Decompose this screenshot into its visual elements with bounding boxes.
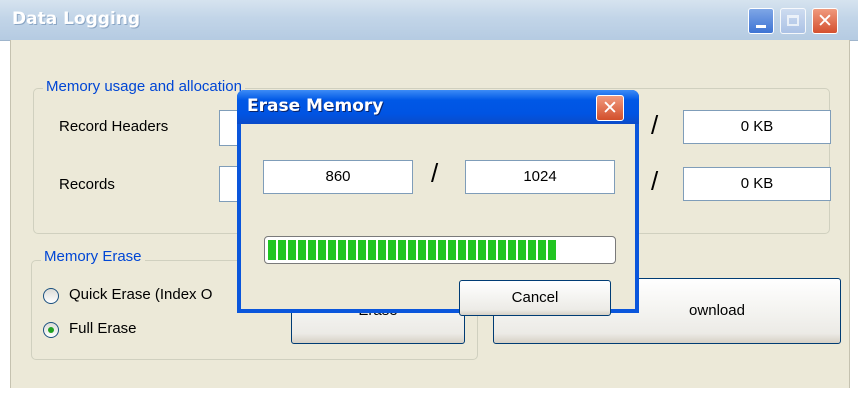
progress-segment (418, 240, 426, 260)
progress-segment (538, 240, 546, 260)
close-button[interactable]: ✕ (812, 8, 838, 34)
progress-fill (268, 240, 556, 260)
close-icon: ✕ (602, 97, 618, 119)
progress-segment (358, 240, 366, 260)
progress-segment (498, 240, 506, 260)
progress-segment (488, 240, 496, 260)
progress-segment (458, 240, 466, 260)
progress-segment (528, 240, 536, 260)
progress-segment (388, 240, 396, 260)
memory-usage-legend: Memory usage and allocation (43, 78, 245, 95)
progress-segment (518, 240, 526, 260)
full-erase-radio[interactable] (43, 322, 59, 338)
record-headers-label: Record Headers (59, 118, 169, 135)
record-headers-size-field[interactable]: 0 KB (683, 110, 831, 144)
minimize-button[interactable] (748, 8, 774, 34)
progress-segment (288, 240, 296, 260)
window-titlebar[interactable]: Data Logging ✕ (0, 0, 858, 41)
progress-segment (368, 240, 376, 260)
progress-segment (338, 240, 346, 260)
progress-segment (378, 240, 386, 260)
progress-segment (438, 240, 446, 260)
progress-segment (548, 240, 556, 260)
progress-segment (308, 240, 316, 260)
records-size-field[interactable]: 0 KB (683, 167, 831, 201)
dialog-titlebar[interactable]: Erase Memory ✕ (237, 90, 639, 124)
record-headers-separator: / (651, 110, 659, 140)
progress-segment (278, 240, 286, 260)
progress-segment (268, 240, 276, 260)
erase-memory-dialog: Erase Memory ✕ 860 / 1024 Cancel (237, 90, 639, 316)
cancel-button[interactable]: Cancel (459, 280, 611, 316)
maximize-icon (787, 15, 799, 26)
progress-segment (408, 240, 416, 260)
window-title: Data Logging (12, 9, 141, 29)
minimize-icon (756, 25, 766, 28)
progress-segment (478, 240, 486, 260)
memory-erase-legend: Memory Erase (41, 248, 145, 265)
current-value-field[interactable]: 860 (263, 160, 413, 194)
progress-segment (468, 240, 476, 260)
records-label: Records (59, 176, 115, 193)
dialog-close-button[interactable]: ✕ (596, 95, 624, 121)
radio-selected-dot (48, 327, 54, 333)
total-value-field[interactable]: 1024 (465, 160, 615, 194)
progress-segment (298, 240, 306, 260)
records-separator: / (651, 166, 659, 196)
progress-segment (348, 240, 356, 260)
dialog-title: Erase Memory (247, 96, 384, 116)
progress-segment (508, 240, 516, 260)
quick-erase-radio[interactable] (43, 288, 59, 304)
maximize-button[interactable] (780, 8, 806, 34)
progress-segment (398, 240, 406, 260)
progress-segment (328, 240, 336, 260)
quick-erase-label: Quick Erase (Index O (69, 286, 213, 303)
progress-segment (448, 240, 456, 260)
close-icon: ✕ (817, 10, 833, 32)
full-erase-label: Full Erase (69, 320, 137, 337)
value-separator: / (431, 158, 439, 188)
erase-progress-bar (264, 236, 616, 264)
progress-segment (428, 240, 436, 260)
progress-segment (318, 240, 326, 260)
dialog-client-area: 860 / 1024 Cancel (241, 124, 635, 316)
